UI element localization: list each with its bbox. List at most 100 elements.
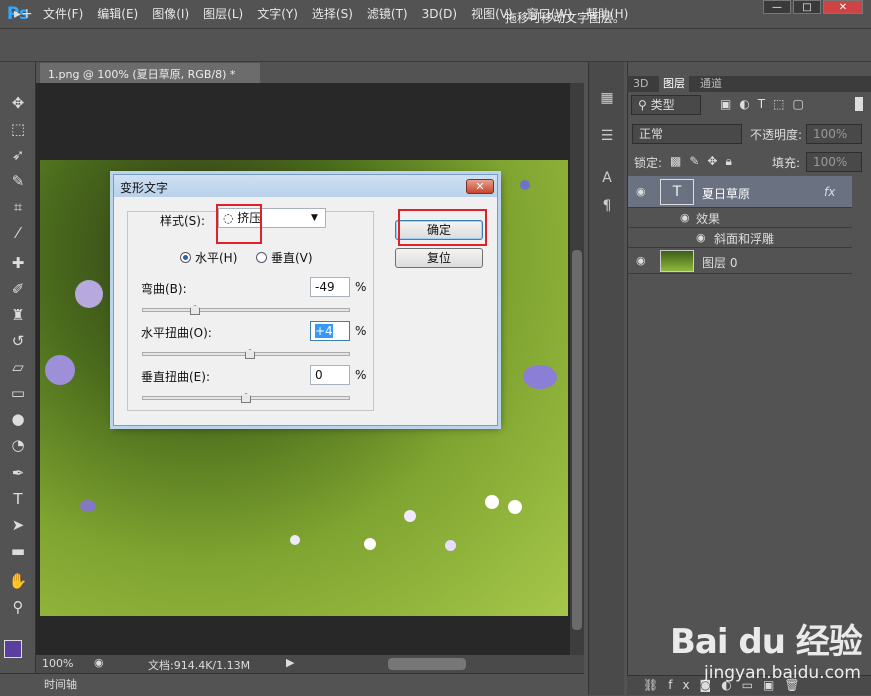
tab-layers[interactable]: 图层 [659, 76, 689, 92]
eyedropper-tool-icon[interactable]: ⁄ [6, 222, 30, 244]
status-bar: 100% ◉ 文档:914.4K/1.13M ▶ [36, 655, 584, 673]
flower-decoration [290, 535, 300, 545]
layer-name: 图层 0 [702, 256, 738, 270]
vertical-label: 垂直(V) [271, 251, 313, 265]
stamp-tool-icon[interactable]: ♜ [6, 304, 30, 326]
maximize-button[interactable]: □ [793, 0, 821, 14]
opacity-label: 不透明度: [750, 128, 803, 142]
visibility-eye-icon[interactable]: ◉ [636, 254, 646, 267]
flower-decoration [508, 500, 522, 514]
visibility-eye-icon[interactable]: ◉ [680, 211, 690, 224]
menu-edit[interactable]: 编辑(E) [90, 0, 145, 28]
blur-tool-icon[interactable]: ● [6, 408, 30, 430]
visibility-eye-icon[interactable]: ◉ [696, 231, 706, 244]
menu-type[interactable]: 文字(Y) [250, 0, 305, 28]
tools-panel: ✥ ⬚ ➶ ✎ ⌗ ⁄ ✚ ✐ ♜ ↺ ▱ ▭ ● ◔ ✒ T ➤ ▬ ✋ ⚲ … [0, 62, 36, 695]
fx-icon[interactable]: fx [824, 185, 835, 199]
hand-tool-icon[interactable]: ✋ [6, 570, 30, 592]
zoom-tool-icon[interactable]: ⚲ [6, 596, 30, 618]
bend-input[interactable]: -49 [310, 277, 350, 297]
layer-row-text[interactable]: ◉ T 夏日草原 fx [628, 176, 852, 208]
move-tool-icon[interactable]: ✥ [6, 92, 30, 114]
style-label: 样式(S): [160, 214, 206, 228]
status-icon[interactable]: ◉ [94, 656, 104, 669]
vertical-radio[interactable] [256, 252, 267, 263]
horizontal-distortion-input[interactable]: +4 [310, 321, 350, 341]
fill-input[interactable]: 100% [806, 152, 862, 172]
horizontal-scroll-thumb[interactable] [388, 658, 466, 670]
flower-decoration [75, 280, 103, 308]
tab-timeline[interactable]: 时间轴 [44, 676, 77, 692]
type-tool-icon[interactable]: T [6, 488, 30, 510]
character-panel-icon[interactable]: A [597, 170, 617, 190]
opacity-input[interactable]: 100% [806, 124, 862, 144]
document-tab-title: 1.png @ 100% (夏日草原, RGB/8) * [48, 68, 236, 81]
crop-tool-icon[interactable]: ⌗ [6, 196, 30, 218]
history-brush-tool-icon[interactable]: ↺ [6, 330, 30, 352]
visibility-eye-icon[interactable]: ◉ [636, 185, 646, 198]
dialog-close-button[interactable]: ✕ [466, 179, 494, 194]
options-hint: 拖移可移动文字图层。 [505, 11, 626, 25]
horizontal-distortion-percent: % [355, 324, 367, 338]
foreground-color-swatch[interactable] [4, 640, 22, 658]
tab-3d[interactable]: 3D [633, 76, 648, 92]
shape-tool-icon[interactable]: ▬ [6, 540, 30, 562]
filter-toggle[interactable] [855, 97, 863, 111]
layer-filter-select[interactable]: ⚲ 类型 [631, 95, 701, 115]
highlight-box [398, 209, 487, 246]
bend-slider-track[interactable] [142, 308, 350, 312]
pen-tool-icon[interactable]: ✒ [6, 462, 30, 484]
lock-icons[interactable]: ▩✎✥🔒︎ [670, 154, 740, 169]
lock-label: 锁定: [634, 156, 663, 170]
gradient-tool-icon[interactable]: ▭ [6, 382, 30, 404]
minimize-button[interactable]: — [763, 0, 791, 14]
menu-image[interactable]: 图像(I) [145, 0, 196, 28]
reset-button[interactable]: 复位 [395, 248, 483, 268]
dodge-tool-icon[interactable]: ◔ [6, 434, 30, 456]
flower-decoration [364, 538, 376, 550]
quick-select-tool-icon[interactable]: ✎ [6, 170, 30, 192]
menu-filter[interactable]: 滤镜(T) [360, 0, 415, 28]
path-select-tool-icon[interactable]: ➤ [6, 514, 30, 536]
paragraph-panel-icon[interactable]: ¶ [597, 198, 617, 218]
vertical-scroll-thumb[interactable] [572, 250, 582, 630]
vertical-distortion-input[interactable]: 0 [310, 365, 350, 385]
move-tool-icon[interactable]: ▸+ [14, 6, 33, 22]
brush-tool-icon[interactable]: ✐ [6, 278, 30, 300]
dialog-titlebar[interactable]: 变形文字 ✕ [114, 175, 497, 197]
horizontal-radio[interactable] [180, 252, 191, 263]
layer-filter-icons[interactable]: ▣◐T⬚▢ [720, 97, 812, 111]
warp-text-dialog: 变形文字 ✕ 样式(S): ◌ 挤压 ▼ 水平(H) 垂直(V) 弯曲(B): … [113, 174, 498, 426]
menu-file[interactable]: 文件(F) [36, 0, 90, 28]
menu-layer[interactable]: 图层(L) [196, 0, 250, 28]
watermark-url: jingyan.baidu.com [704, 663, 861, 683]
marquee-tool-icon[interactable]: ⬚ [6, 118, 30, 140]
status-menu-arrow-icon[interactable]: ▶ [286, 656, 294, 669]
close-button[interactable]: ✕ [823, 0, 863, 14]
window-controls: — □ ✕ [763, 0, 863, 14]
eraser-tool-icon[interactable]: ▱ [6, 356, 30, 378]
tab-channels[interactable]: 通道 [700, 76, 722, 92]
highlight-box [216, 204, 262, 244]
layer-name: 夏日草原 [702, 187, 751, 201]
bend-percent: % [355, 280, 367, 294]
document-size: 文档:914.4K/1.13M [148, 659, 251, 672]
zoom-level[interactable]: 100% [42, 657, 73, 670]
blend-mode-select[interactable]: 正常 [632, 124, 742, 144]
radio-dot [183, 255, 188, 260]
healing-tool-icon[interactable]: ✚ [6, 252, 30, 274]
layer-effect-bevel-row[interactable]: ◉ 斜面和浮雕 [628, 228, 852, 248]
effects-label: 效果 [696, 212, 721, 226]
flower-decoration [45, 355, 75, 385]
layer-effects-row[interactable]: ◉ 效果 [628, 208, 852, 228]
bevel-emboss-label: 斜面和浮雕 [714, 232, 775, 246]
document-tab[interactable]: 1.png @ 100% (夏日草原, RGB/8) * × [40, 63, 260, 95]
menu-select[interactable]: 选择(S) [305, 0, 360, 28]
history-panel-icon[interactable]: ▦ [597, 90, 617, 110]
menu-3d[interactable]: 3D(D) [415, 0, 464, 28]
flower-decoration [485, 495, 499, 509]
layer-row-image[interactable]: ◉ 图层 0 [628, 248, 852, 274]
lasso-tool-icon[interactable]: ➶ [6, 144, 30, 166]
actions-panel-icon[interactable]: ☰ [597, 128, 617, 148]
flower-decoration [523, 365, 557, 389]
